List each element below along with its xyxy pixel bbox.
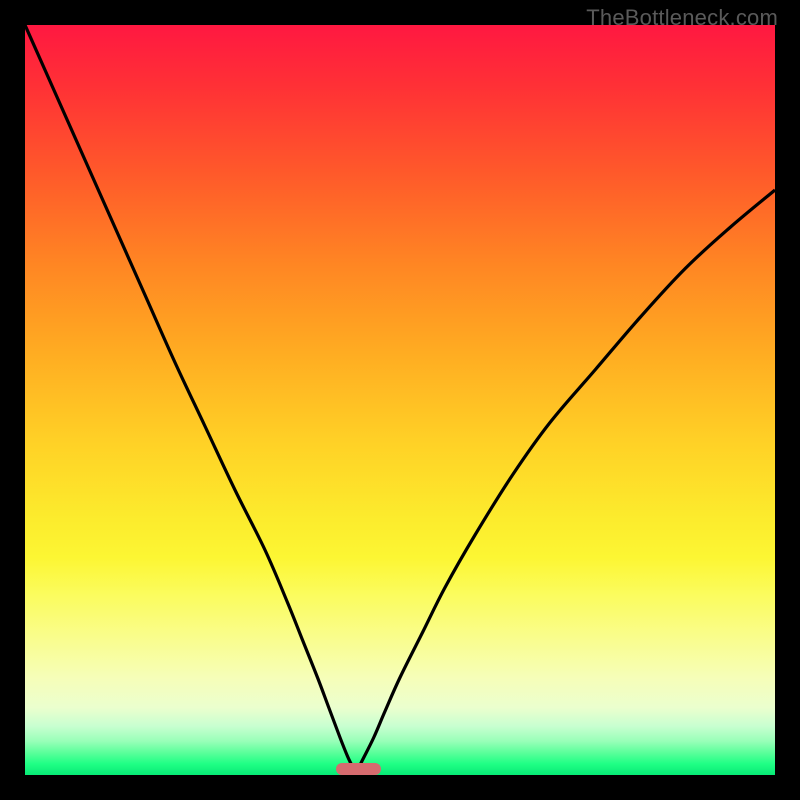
performance-gradient — [25, 25, 775, 775]
optimum-marker — [336, 763, 381, 775]
watermark-text: TheBottleneck.com — [586, 5, 778, 31]
chart-frame: TheBottleneck.com — [0, 0, 800, 800]
plot-area — [25, 25, 775, 775]
